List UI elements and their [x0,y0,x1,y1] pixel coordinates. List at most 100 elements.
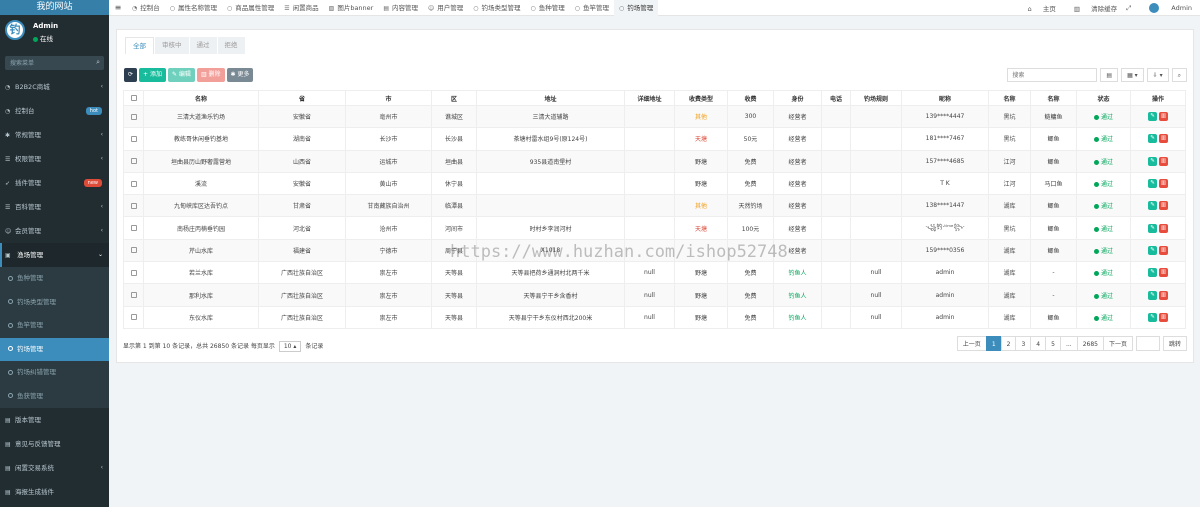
select-all-checkbox[interactable] [130,95,137,101]
status-tab[interactable]: 通过 [189,37,217,54]
page-jump-input[interactable] [1135,336,1160,351]
prev-page-button[interactable]: 上一页 [956,336,987,351]
row-edit-button[interactable]: ✎ [1148,112,1157,122]
row-checkbox[interactable] [130,247,137,254]
nav-tab[interactable]: ☰ 闲置商品 [279,0,323,16]
row-checkbox[interactable] [130,225,137,232]
sidebar-item[interactable]: ▤ 闲置交易系统 ‹ [0,456,109,480]
row-edit-button[interactable]: ✎ [1148,134,1157,144]
row-checkbox[interactable] [130,202,137,209]
nav-tab[interactable]: ○ 钓场管理 [614,0,659,16]
nav-tab[interactable]: ○ 商品属性管理 [222,0,279,16]
home-label: 主页 [1042,5,1056,13]
sidebar-subitem[interactable]: 鱼竿管理 [0,314,109,338]
delete-button[interactable]: ▥ 删除 [196,68,225,82]
table-cell: 天塘 [674,216,728,240]
status-tab[interactable]: 全部 [125,37,154,54]
sidebar-item[interactable]: ☰ 权限管理 ‹ [0,147,109,171]
cell-value: 长沙市 [379,136,398,144]
nav-tab[interactable]: ○ 钓场类型管理 [468,0,525,16]
nav-tab[interactable]: ○ 鱼竿管理 [570,0,614,16]
row-checkbox[interactable] [130,158,137,165]
nav-tab[interactable]: ○ 属性名称管理 [165,0,222,16]
cell-value: 天等县宁干乡含香村 [523,292,578,300]
sidebar-item-fishing-ground[interactable]: ▣ 渔场管理 ⌄ [0,243,109,267]
row-edit-button[interactable]: ✎ [1148,268,1157,278]
row-delete-button[interactable]: ▥ [1159,134,1168,144]
next-page-button[interactable]: 下一页 [1102,336,1133,351]
clear-cache-button[interactable]: ▥ 清除缓存 [1065,3,1117,13]
row-delete-button[interactable]: ▥ [1159,290,1168,300]
page-button[interactable]: ... [1059,336,1078,351]
page-size-select[interactable]: 10 ▴ [278,341,302,352]
table-search-input[interactable] [1007,68,1098,82]
status-tab[interactable]: 审核中 [155,37,189,54]
fullscreen-icon[interactable]: ⤢ [1126,4,1131,13]
cell-value: 钓鱼人 [788,314,807,322]
row-delete-button[interactable]: ▥ [1159,268,1168,278]
sidebar-item[interactable]: ☰ 百科管理 ‹ [0,195,109,219]
table-cell: 甘肃省 [258,194,346,218]
sidebar-subitem[interactable]: 钓场类型管理 [0,291,109,315]
more-button[interactable]: ✱ 更多 [226,68,254,82]
toggle-view-icon[interactable]: ▤ [1100,68,1119,82]
sidebar-item[interactable]: ➶ 插件管理 new [0,171,109,195]
row-delete-button[interactable]: ▥ [1159,245,1168,255]
search-icon[interactable]: ⌕ [96,58,100,67]
row-checkbox[interactable] [130,135,137,142]
refresh-button[interactable]: ⟳ [124,68,138,82]
sidebar-item[interactable]: ☺ 会员管理 ‹ [0,219,109,243]
row-delete-button[interactable]: ▥ [1159,156,1168,166]
search-icon[interactable]: ⌕ [1171,68,1187,82]
sidebar-subitem[interactable]: 钓场管理 [0,337,109,361]
row-checkbox[interactable] [130,314,137,321]
row-edit-button[interactable]: ✎ [1148,179,1157,189]
page-button[interactable]: 5 [1045,336,1061,351]
row-edit-button[interactable]: ✎ [1148,290,1157,300]
site-logo[interactable]: 我的网站 [0,0,109,15]
row-edit-button[interactable]: ✎ [1148,312,1157,322]
sidebar-subitem[interactable]: 钓场纠错管理 [0,361,109,385]
export-icon[interactable]: ⇩ ▾ [1146,68,1169,82]
row-edit-button[interactable]: ✎ [1148,223,1157,233]
page-button[interactable]: 4 [1030,336,1047,351]
sidebar-subitem[interactable]: 鱼获管理 [0,385,109,409]
row-delete-button[interactable]: ▥ [1159,201,1168,211]
row-delete-button[interactable]: ▥ [1159,179,1168,189]
page-button[interactable]: 2 [1000,336,1017,351]
row-edit-button[interactable]: ✎ [1148,245,1157,255]
sidebar-item[interactable]: ▤ 版本管理 [0,408,109,432]
row-delete-button[interactable]: ▥ [1159,312,1168,322]
home-link[interactable]: ⌂ 主页 [1019,3,1056,13]
sidebar-item[interactable]: ✱ 常规管理 ‹ [0,123,109,147]
page-button[interactable]: 1 [985,336,1002,351]
sidebar-item[interactable]: ◔ 控制台 hot [0,99,109,123]
nav-tab[interactable]: ▧ 图片banner [324,0,379,16]
row-delete-button[interactable]: ▥ [1159,223,1168,233]
row-edit-button[interactable]: ✎ [1148,156,1157,166]
sidebar-search-input[interactable] [5,56,104,70]
edit-button[interactable]: ✎ 编辑 [167,68,195,82]
nav-tab[interactable]: ○ 鱼种管理 [526,0,570,16]
page-button[interactable]: 3 [1015,336,1032,351]
admin-menu[interactable]: Admin [1140,3,1192,13]
row-delete-button[interactable]: ▥ [1159,112,1168,122]
sidebar-item[interactable]: ▤ 意见与反馈管理 [0,432,109,456]
sidebar-item[interactable]: ◔ B2B2C商城 ‹ [0,75,109,99]
sidebar-item[interactable]: ▤ 海报生成插件 [0,480,109,504]
sidebar-subitem[interactable]: 鱼种管理 [0,267,109,291]
row-checkbox[interactable] [130,113,137,120]
menu-toggle-icon[interactable]: ≡ [109,0,127,16]
row-checkbox[interactable] [130,269,137,276]
nav-tab[interactable]: ☺ 用户管理 [423,0,468,16]
page-jump-button[interactable]: 跳转 [1162,336,1187,351]
nav-tab[interactable]: ▤ 内容管理 [378,0,423,16]
row-edit-button[interactable]: ✎ [1148,201,1157,211]
status-tab[interactable]: 拒绝 [217,37,245,54]
add-button[interactable]: + 添加 [139,68,166,82]
columns-icon[interactable]: ▦ ▾ [1121,68,1144,82]
page-button[interactable]: 2685 [1076,336,1104,351]
row-checkbox[interactable] [130,292,137,299]
nav-tab[interactable]: ◔ 控制台 [127,0,165,16]
row-checkbox[interactable] [130,180,137,187]
